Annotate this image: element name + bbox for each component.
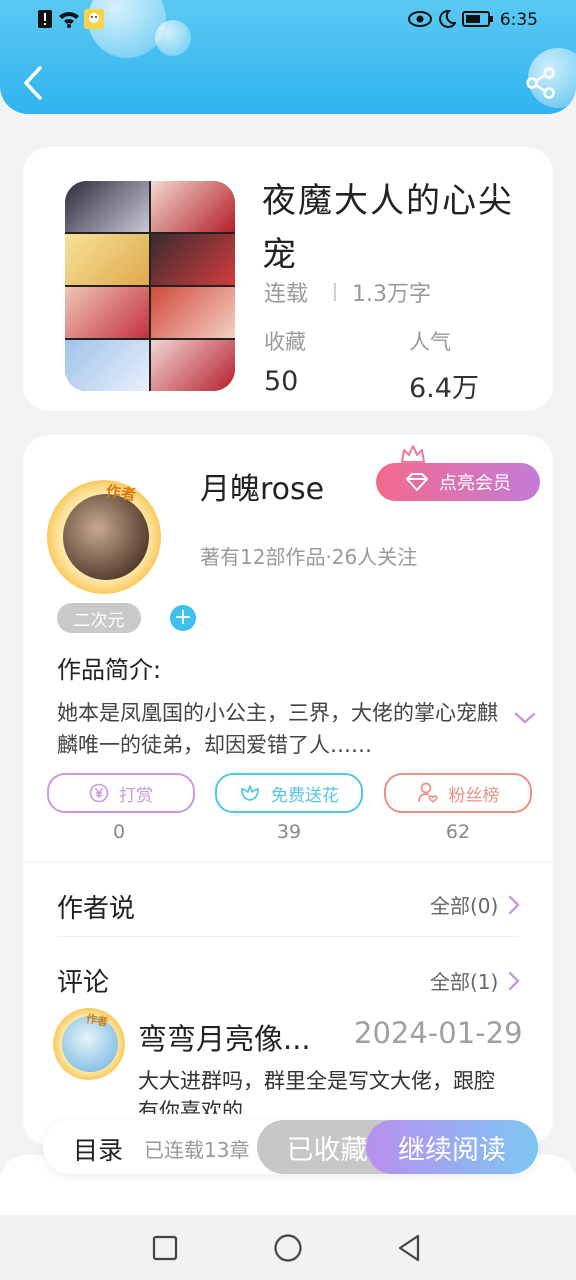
toc-button[interactable]: 目录 [73,1131,123,1167]
moon-icon [439,10,456,28]
nav-back-icon[interactable] [396,1233,422,1263]
meta-divider [334,283,336,301]
book-status: 连载 [264,282,309,307]
comments-link[interactable]: 全部(1) [430,966,521,995]
chevron-right-icon [509,971,521,990]
author-info: 著有12部作品·26人关注 [200,545,418,569]
stat-value-popularity: 6.4万 [409,373,479,404]
book-word-count: 1.3万字 [352,282,431,307]
book-cover-image[interactable] [65,181,235,391]
tip-button[interactable]: 打赏 [47,773,195,813]
chevron-down-icon[interactable] [514,711,536,725]
eye-icon [408,11,432,27]
genre-tag[interactable]: 二次元 [57,603,141,633]
divider [23,861,553,862]
send-flower-label: 免费送花 [271,785,339,806]
flower-count: 39 [276,821,302,843]
comments-link-label: 全部(1) [430,970,499,994]
continue-reading-button[interactable]: 继续阅读 [366,1120,538,1174]
chapter-count: 已连载13章 [144,1138,250,1162]
comment-date: 2024-01-29 [354,1016,523,1050]
battery-icon [462,11,493,27]
fan-ranking-button[interactable]: 粉丝榜 [384,773,532,813]
vip-button[interactable]: 点亮会员 [376,463,540,501]
chevron-right-icon [509,895,521,914]
back-arrow-icon[interactable] [18,64,48,102]
flower-icon [241,785,259,801]
diamond-icon [406,473,428,491]
recent-apps-icon[interactable] [152,1235,178,1261]
yen-icon [89,783,109,803]
vip-button-label: 点亮会员 [439,473,511,494]
fan-count: 62 [445,821,471,843]
fan-ranking-label: 粉丝榜 [448,785,500,806]
author-name[interactable]: 月魄rose [200,464,324,508]
tip-count: 0 [112,821,126,843]
author-says-link-label: 全部(0) [430,894,499,918]
intro-heading: 作品简介: [57,656,162,684]
crown-icon [401,445,425,463]
intro-text: 她本是凤凰国的小公主，三界，大佬的掌心宠麒麟唯一的徒弟，却因爱错了人…… [57,701,498,757]
author-avatar[interactable] [63,494,149,580]
comments-title: 评论 [57,968,110,998]
stat-label-favorites: 收藏 [264,330,306,354]
author-badge-label: 作者 [104,481,138,504]
comment-text[interactable]: 大大进群吗，群里全是写文大佬，跟腔有你喜欢的 [138,1066,498,1114]
add-tag-icon[interactable]: + [170,605,196,631]
send-flower-button[interactable]: 免费送花 [215,773,363,813]
author-says-title: 作者说 [57,894,136,924]
app-notification-icon [84,9,104,29]
author-says-link[interactable]: 全部(0) [430,890,521,919]
share-icon[interactable] [524,66,558,100]
collected-label: 已收藏 [286,1134,368,1166]
divider [57,936,519,937]
status-time: 6:35 [499,10,538,30]
stat-label-popularity: 人气 [409,330,451,354]
user-heart-icon [417,782,438,804]
continue-reading-label: 继续阅读 [398,1134,506,1166]
home-icon[interactable] [273,1233,303,1263]
commenter-name[interactable]: 弯弯月亮像... [138,1016,311,1058]
stat-value-favorites: 50 [264,366,299,397]
tip-button-label: 打赏 [119,785,153,806]
alert-icon [38,10,52,28]
book-title: 夜魔大人的心尖宠 [262,181,514,275]
wifi-icon [59,12,79,28]
status-bar: 6:35 [0,0,576,40]
